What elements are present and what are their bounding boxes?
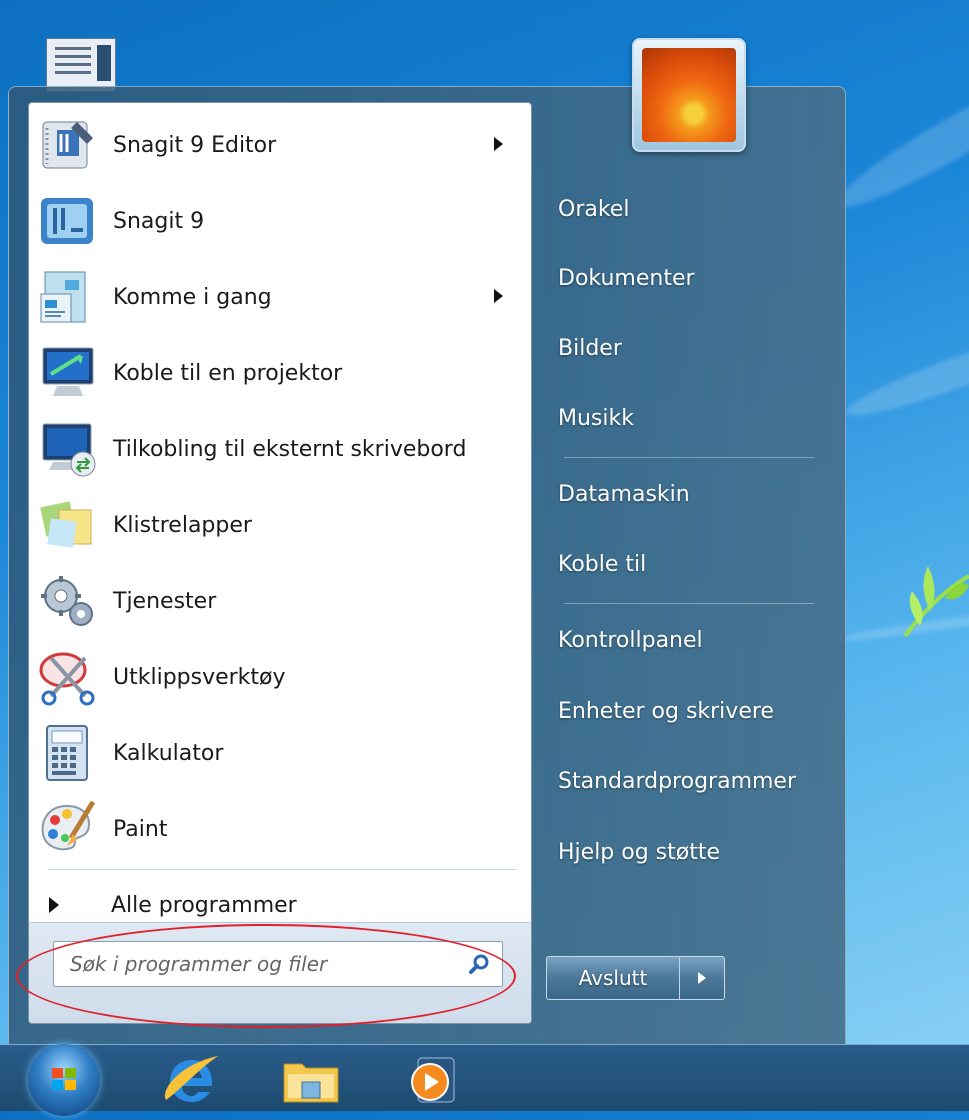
shutdown-button[interactable]: Avslutt (546, 956, 680, 1000)
right-item-orakel[interactable]: Orakel (548, 182, 828, 236)
right-item-bilder[interactable]: Bilder (548, 321, 828, 375)
program-label: Paint (113, 816, 168, 842)
start-button[interactable] (28, 1044, 100, 1116)
program-item-snagit-editor[interactable]: Snagit 9 Editor (29, 107, 529, 183)
calculator-icon (46, 725, 88, 781)
program-item-paint[interactable]: Paint (29, 791, 529, 867)
shutdown-options-button[interactable] (680, 956, 725, 1000)
program-label: Snagit 9 (113, 208, 205, 234)
right-item-enheter-og-skrivere[interactable]: Enheter og skrivere (548, 684, 828, 738)
programs-pane: Snagit 9 Editor Snagit 9 Komme i gang Ko… (28, 102, 532, 1024)
program-label: Snagit 9 Editor (113, 132, 277, 158)
program-item-services[interactable]: Tjenester (29, 563, 529, 639)
separator (49, 869, 517, 870)
remote-desktop-icon (42, 423, 96, 477)
program-label: Tilkobling til eksternt skrivebord (113, 436, 467, 462)
program-label: Kalkulator (113, 740, 224, 766)
snagit-editor-icon (42, 121, 93, 169)
expand-arrow-icon (49, 897, 59, 913)
snagit-icon (41, 198, 93, 244)
sticky-notes-icon (40, 501, 92, 548)
right-item-standardprogrammer[interactable]: Standardprogrammer (548, 754, 828, 808)
program-item-snipping-tool[interactable]: Utklippsverktøy (29, 639, 529, 715)
submenu-arrow-icon[interactable] (494, 137, 503, 151)
submenu-arrow-icon[interactable] (494, 289, 503, 303)
pinned-programs-list: Snagit 9 Editor Snagit 9 Komme i gang Ko… (29, 107, 529, 867)
program-item-snagit[interactable]: Snagit 9 (29, 183, 529, 259)
file-explorer-icon[interactable] (280, 1052, 342, 1108)
program-label: Komme i gang (113, 284, 272, 310)
internet-explorer-icon[interactable] (160, 1050, 224, 1108)
wallpaper-streak (841, 323, 969, 427)
separator (564, 603, 814, 604)
windows-logo-icon (52, 1068, 76, 1090)
desktop-shortcut-icon[interactable] (46, 38, 116, 92)
program-item-calculator[interactable]: Kalkulator (29, 715, 529, 791)
program-item-projector[interactable]: Koble til en projektor (29, 335, 529, 411)
highlight-ellipse (16, 924, 516, 1028)
services-gear-icon (41, 576, 93, 626)
shutdown-group: Avslutt (546, 956, 725, 1000)
media-player-icon[interactable] (404, 1052, 460, 1108)
flower-icon (642, 48, 736, 142)
user-picture[interactable] (632, 38, 746, 152)
taskbar (0, 1044, 969, 1111)
right-item-musikk[interactable]: Musikk (548, 391, 828, 445)
separator (564, 457, 814, 458)
program-item-sticky-notes[interactable]: Klistrelapper (29, 487, 529, 563)
getting-started-icon (40, 271, 86, 323)
projector-icon (42, 347, 94, 396)
program-label: Koble til en projektor (113, 360, 343, 386)
all-programs-label: Alle programmer (111, 892, 297, 918)
program-item-getting-started[interactable]: Komme i gang (29, 259, 529, 335)
chevron-right-icon (698, 972, 706, 984)
right-item-hjelp-og-stotte[interactable]: Hjelp og støtte (548, 825, 828, 879)
wallpaper-plant-icon (903, 566, 969, 638)
right-item-datamaskin[interactable]: Datamaskin (548, 467, 828, 521)
snipping-tool-icon (39, 652, 95, 706)
program-label: Tjenester (113, 588, 217, 614)
program-label: Klistrelapper (113, 512, 252, 538)
right-item-kontrollpanel[interactable]: Kontrollpanel (548, 613, 828, 667)
paint-icon (41, 800, 96, 851)
wallpaper-streak (827, 57, 969, 223)
right-item-koble-til[interactable]: Koble til (548, 537, 828, 591)
program-item-remote-desktop[interactable]: Tilkobling til eksternt skrivebord (29, 411, 529, 487)
program-label: Utklippsverktøy (113, 664, 286, 690)
right-item-dokumenter[interactable]: Dokumenter (548, 251, 828, 305)
